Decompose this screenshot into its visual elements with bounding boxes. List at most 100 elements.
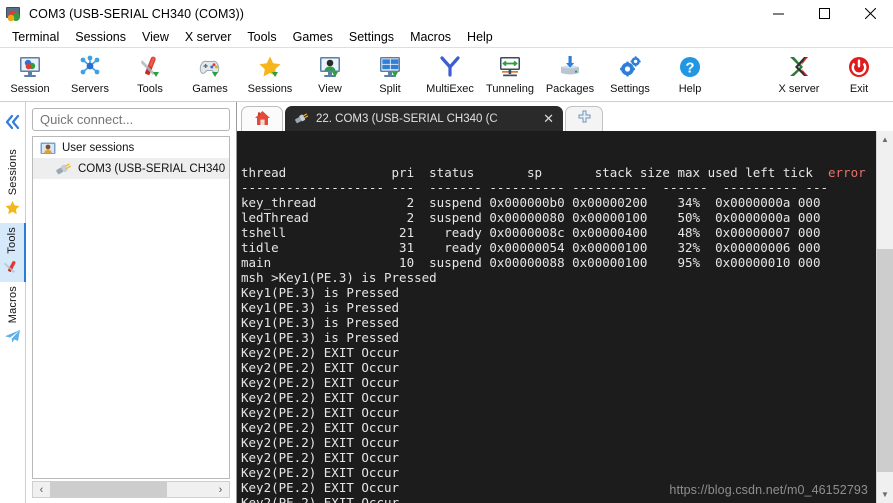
session-icon — [13, 52, 47, 82]
terminal-thread-row: key_thread 2 suspend 0x000000b0 0x000002… — [241, 195, 821, 211]
toolbar-label-multiexec: MultiExec — [426, 83, 474, 95]
sidebar-tab-tools[interactable]: Tools — [0, 223, 26, 282]
minimize-button[interactable] — [755, 0, 801, 27]
new-tab-button[interactable] — [565, 106, 603, 131]
view-icon — [313, 52, 347, 82]
sessions-star-icon — [253, 52, 287, 82]
toolbar-button-help[interactable]: ? Help — [660, 51, 720, 95]
toolbar-label-exit: Exit — [849, 83, 869, 95]
terminal-output[interactable]: thread pri status sp stack size max used… — [237, 131, 876, 503]
exit-power-icon — [842, 52, 876, 82]
terminal-log-line: Key2(PE.2) EXIT Occur — [241, 450, 400, 466]
terminal-vertical-scrollbar[interactable]: ▲ ▼ — [876, 131, 893, 503]
terminal-tab-label: 22. COM3 (USB-SERIAL CH340 (C — [316, 113, 498, 125]
vscroll-thumb[interactable] — [877, 249, 893, 473]
terminal-panel: 22. COM3 (USB-SERIAL CH340 (C ✕ thread p… — [237, 102, 893, 503]
toolbar-button-servers[interactable]: Servers — [60, 51, 120, 95]
hscroll-thumb[interactable] — [50, 482, 167, 497]
toolbar-button-multiexec[interactable]: MultiExec — [420, 51, 480, 95]
toolbar-button-packages[interactable]: Packages — [540, 51, 600, 95]
tab-close-icon[interactable]: ✕ — [543, 111, 554, 127]
toolbar-label-settings: Settings — [610, 83, 650, 95]
terminal-thread-row: tidle 31 ready 0x00000054 0x00000100 32%… — [241, 240, 821, 256]
scroll-up-arrow-icon[interactable]: ▲ — [877, 131, 893, 148]
menu-item-view[interactable]: View — [134, 28, 177, 46]
toolbar-label-help: Help — [678, 83, 702, 95]
collapse-sidebar-button[interactable] — [4, 114, 22, 133]
terminal-log-line: Key2(PE.2) EXIT Occur — [241, 435, 400, 451]
menu-item-x-server[interactable]: X server — [177, 28, 240, 46]
star-icon — [4, 199, 21, 217]
sidebar-tab-sessions-label: Sessions — [6, 149, 19, 196]
menu-item-tools[interactable]: Tools — [239, 28, 284, 46]
sessions-tree[interactable]: User sessions COM3 (USB-SERIAL CH340 — [32, 136, 230, 479]
sessions-tree-horizontal-scrollbar[interactable]: ‹ › — [32, 481, 230, 498]
tree-node-user-sessions[interactable]: User sessions — [33, 137, 229, 158]
toolbar-label-sessions: Sessions — [247, 83, 293, 95]
hscroll-track[interactable] — [50, 482, 212, 497]
scroll-down-arrow-icon[interactable]: ▼ — [877, 486, 893, 503]
menu-item-terminal[interactable]: Terminal — [4, 28, 67, 46]
tree-node-com3-label: COM3 (USB-SERIAL CH340 (CO — [78, 162, 229, 175]
sidebar-tab-sessions[interactable]: Sessions — [0, 145, 26, 223]
terminal-table-separator: ------------------- --- ------- --------… — [241, 180, 828, 196]
terminal-wrapper: thread pri status sp stack size max used… — [237, 131, 893, 503]
tree-node-com3[interactable]: COM3 (USB-SERIAL CH340 (CO — [33, 158, 229, 179]
sidebar-tab-tools-label: Tools — [5, 227, 18, 254]
toolbar-label-packages: Packages — [545, 83, 595, 95]
toolbar-button-split[interactable]: Split — [360, 51, 420, 95]
close-button[interactable] — [847, 0, 893, 27]
sidebar-tab-macros[interactable]: Macros — [0, 282, 26, 351]
title-bar: COM3 (USB-SERIAL CH340 (COM3)) — [0, 0, 893, 27]
settings-gear-icon — [613, 52, 647, 82]
terminal-log-line: Key2(PE.2) EXIT Occur — [241, 390, 400, 406]
toolbar-label-view: View — [318, 83, 342, 95]
toolbar-button-session[interactable]: Session — [0, 51, 60, 95]
vscroll-track[interactable] — [877, 148, 893, 486]
toolbar-label-split: Split — [379, 83, 401, 95]
scroll-right-arrow-icon[interactable]: › — [212, 482, 229, 497]
menu-item-settings[interactable]: Settings — [341, 28, 402, 46]
toolbar-button-view[interactable]: View — [300, 51, 360, 95]
terminal-log-line: Key2(PE.2) EXIT Occur — [241, 405, 400, 421]
toolbar-button-games[interactable]: Games — [180, 51, 240, 95]
toolbar-label-games: Games — [192, 83, 228, 95]
terminal-log-line: Key2(PE.2) EXIT Occur — [241, 375, 400, 391]
terminal-log-line: Key1(PE.3) is Pressed — [241, 300, 400, 316]
quick-connect-input[interactable] — [40, 112, 222, 127]
watermark-text: https://blog.csdn.net/m0_46152793 — [669, 482, 868, 497]
toolbar-label-x-server: X server — [778, 83, 820, 95]
toolbar-button-tunneling[interactable]: Tunneling — [480, 51, 540, 95]
toolbar-label-session: Session — [10, 83, 50, 95]
toolbar-button-sessions[interactable]: Sessions — [240, 51, 300, 95]
terminal-log-line: Key2(PE.2) EXIT Occur — [241, 465, 400, 481]
terminal-table-header: thread pri status sp stack size max used… — [241, 165, 866, 181]
main-body: Sessions Tools Macros Quick connect... U… — [0, 102, 893, 503]
maximize-button[interactable] — [801, 0, 847, 27]
tunneling-icon — [493, 52, 527, 82]
tools-icon — [3, 258, 20, 276]
quick-connect-box[interactable] — [32, 108, 230, 131]
serial-plug-icon — [55, 161, 73, 177]
terminal-log-line: Key2(PE.2) EXIT Occur — [241, 345, 400, 361]
add-tab-icon — [577, 110, 592, 128]
toolbar-label-tools: Tools — [137, 83, 163, 95]
menu-item-games[interactable]: Games — [285, 28, 341, 46]
terminal-log-line: msh >Key1(PE.3) is Pressed — [241, 270, 437, 286]
toolbar-button-x-server[interactable]: X server — [769, 51, 829, 95]
home-tab[interactable] — [241, 106, 283, 131]
toolbar-button-exit[interactable]: Exit — [829, 51, 889, 95]
toolbar: Session Servers Tools Games Sessions Vie… — [0, 48, 893, 102]
tree-node-user-sessions-label: User sessions — [62, 141, 135, 154]
toolbar-button-settings[interactable]: Settings — [600, 51, 660, 95]
menu-item-help[interactable]: Help — [459, 28, 501, 46]
scroll-left-arrow-icon[interactable]: ‹ — [33, 482, 50, 497]
servers-icon — [73, 52, 107, 82]
terminal-thread-row: tshell 21 ready 0x0000008c 0x00000400 48… — [241, 225, 821, 241]
menu-item-sessions[interactable]: Sessions — [67, 28, 134, 46]
menu-item-macros[interactable]: Macros — [402, 28, 459, 46]
toolbar-button-tools[interactable]: Tools — [120, 51, 180, 95]
terminal-tab-com3[interactable]: 22. COM3 (USB-SERIAL CH340 (C ✕ — [285, 106, 563, 131]
toolbar-right-group: X server Exit — [769, 51, 893, 95]
mobaxterm-window: COM3 (USB-SERIAL CH340 (COM3)) Terminal … — [0, 0, 893, 503]
